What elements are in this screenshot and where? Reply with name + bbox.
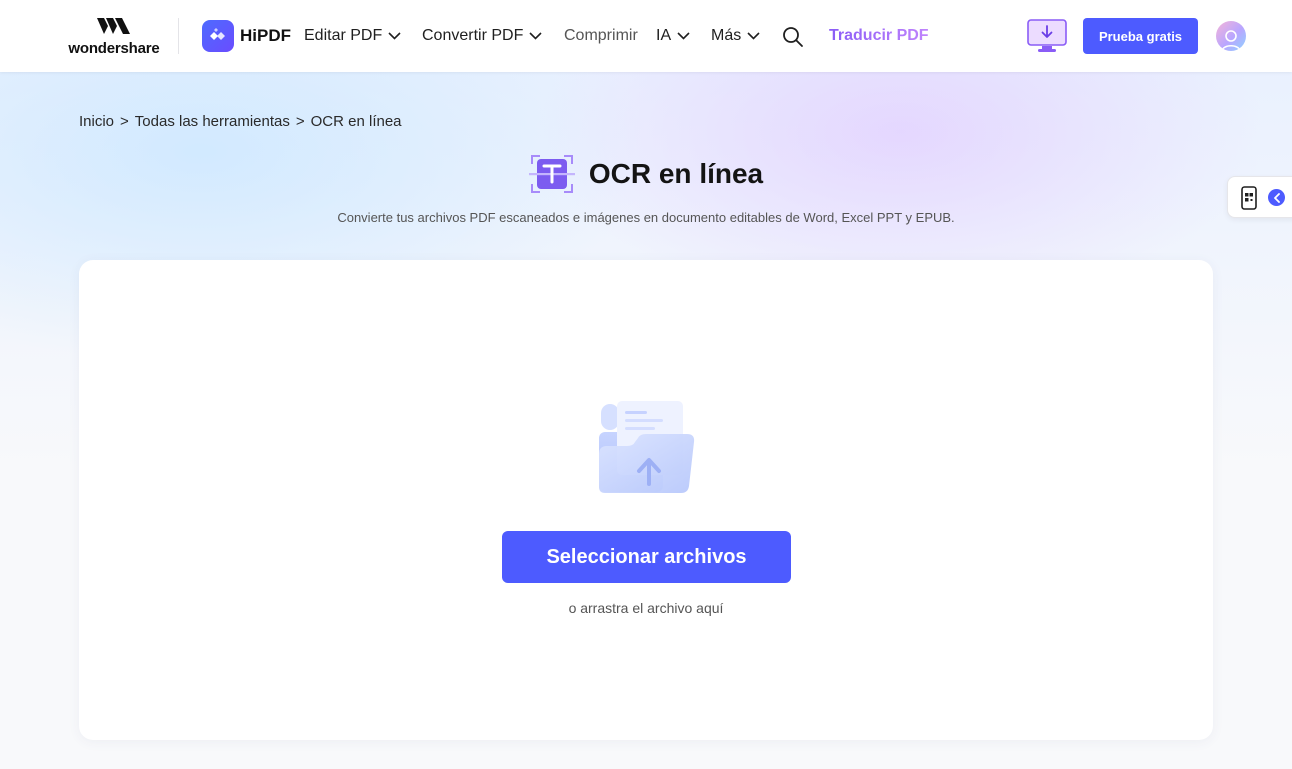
chevron-down-icon (388, 32, 401, 40)
top-header: wondershare HiPDF Editar PDF Convertir P… (0, 0, 1292, 72)
page-subtitle: Convierte tus archivos PDF escaneados e … (337, 210, 955, 225)
side-widget-collapse-button[interactable] (1268, 189, 1285, 206)
select-files-button[interactable]: Seleccionar archivos (502, 531, 791, 583)
nav-traducir-pdf[interactable]: Traducir PDF (829, 26, 929, 46)
chevron-down-icon (747, 32, 760, 40)
hipdf-wordmark: HiPDF (240, 26, 291, 45)
page-title-row: OCR en línea (0, 152, 1292, 196)
nav-convertir-pdf-label: Convertir PDF (422, 27, 524, 44)
nav-comprimir[interactable]: Comprimir (564, 26, 638, 46)
breadcrumb-current: OCR en línea (310, 113, 402, 130)
page-title: OCR en línea (588, 158, 764, 189)
ocr-text-icon (528, 155, 575, 193)
nav-mas[interactable]: Más (711, 26, 760, 46)
chevron-down-icon (677, 32, 690, 40)
nav-editar-pdf-label: Editar PDF (304, 27, 383, 44)
nav-comprimir-label: Comprimir (564, 27, 638, 44)
nav-editar-pdf[interactable]: Editar PDF (304, 26, 401, 46)
free-trial-button[interactable]: Prueba gratis (1083, 18, 1198, 54)
breadcrumb-all-tools[interactable]: Todas las herramientas (135, 113, 290, 130)
upload-dropzone[interactable]: Seleccionar archivos o arrastra el archi… (79, 260, 1213, 740)
side-widget (1227, 176, 1292, 218)
nav-ia-label: IA (656, 27, 672, 44)
chevron-left-icon (1273, 192, 1280, 203)
nav-ia[interactable]: IA (656, 26, 690, 46)
search-icon (783, 27, 803, 47)
desktop-download-button[interactable] (1026, 18, 1068, 54)
nav-mas-label: Más (711, 27, 742, 44)
chevron-down-icon (529, 32, 542, 40)
user-avatar[interactable] (1216, 21, 1246, 51)
mobile-qr-icon[interactable] (1240, 186, 1258, 210)
breadcrumb-separator: > (120, 113, 129, 130)
search-button[interactable] (782, 26, 804, 48)
wondershare-wordmark: wondershare (68, 40, 160, 57)
wondershare-logo-icon (97, 18, 130, 34)
desktop-download-icon (1027, 19, 1067, 52)
nav-convertir-pdf[interactable]: Convertir PDF (422, 26, 542, 46)
nav-traducir-pdf-label: Traducir PDF (829, 27, 929, 44)
breadcrumb-separator: > (295, 113, 305, 130)
drop-hint: o arrastra el archivo aquí (568, 600, 724, 616)
hipdf-logo-icon (202, 20, 234, 52)
wondershare-logo[interactable]: wondershare (66, 16, 162, 58)
breadcrumb: Inicio > Todas las herramientas > OCR en… (79, 113, 402, 130)
hipdf-logo[interactable]: HiPDF (202, 20, 291, 52)
breadcrumb-home[interactable]: Inicio (79, 113, 114, 130)
folder-upload-icon (599, 401, 695, 493)
avatar-icon (1221, 30, 1241, 51)
header-divider (178, 18, 179, 54)
